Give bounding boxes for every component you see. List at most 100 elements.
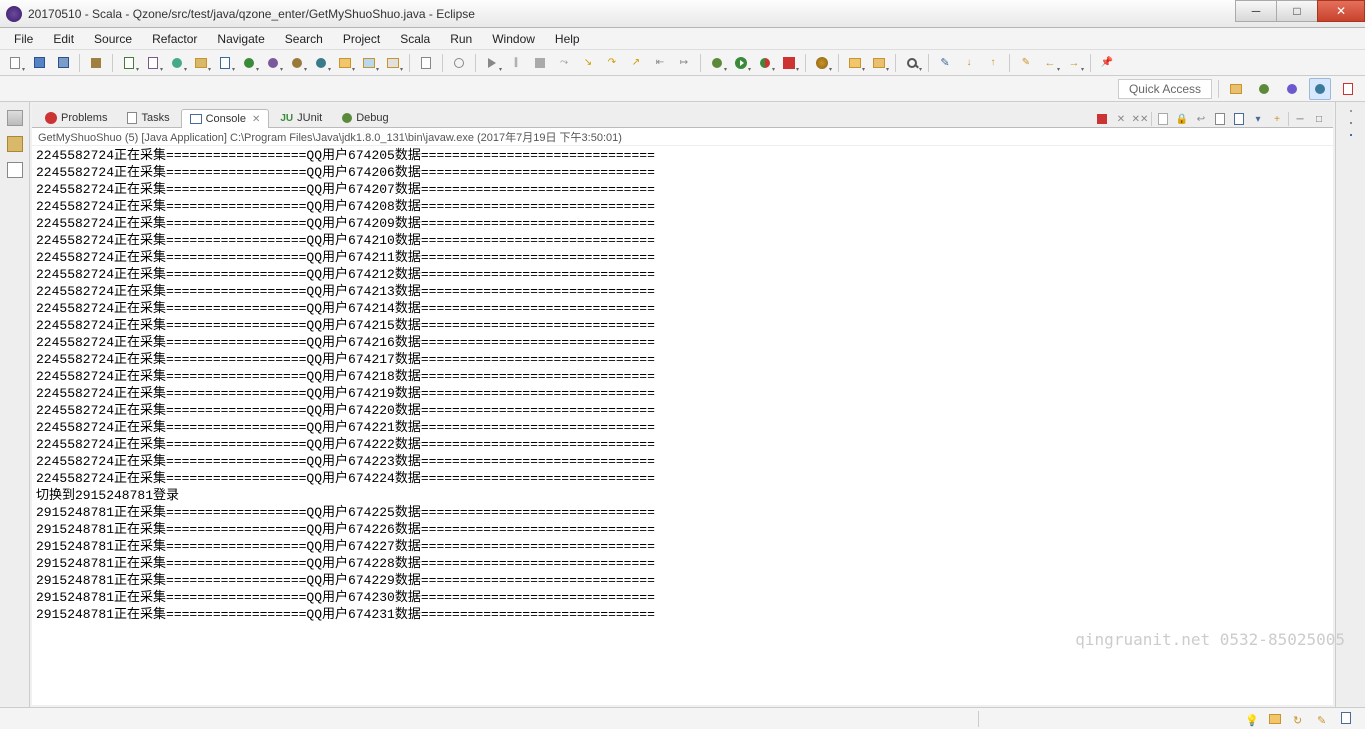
last-edit-button[interactable]: ✎ [1015, 52, 1037, 74]
menu-search[interactable]: Search [275, 30, 333, 48]
step-into-button[interactable]: ↘ [577, 52, 599, 74]
tab-junit-label: JUnit [297, 112, 322, 124]
terminate-button[interactable] [529, 52, 551, 74]
type-hierarchy-icon[interactable] [7, 162, 23, 178]
close-button[interactable]: ✕ [1317, 0, 1365, 22]
minimize-button[interactable]: ─ [1235, 0, 1277, 22]
menu-scala[interactable]: Scala [390, 30, 440, 48]
next-annotation-button[interactable]: ↓ [958, 52, 980, 74]
sb-updates-icon[interactable] [1269, 711, 1287, 727]
console-maximize-button[interactable]: □ [1311, 111, 1327, 127]
right-trim [1335, 102, 1365, 707]
new-interface-button[interactable] [262, 52, 284, 74]
search-button[interactable] [901, 52, 923, 74]
new-scala-button[interactable] [118, 52, 140, 74]
sb-tip-icon[interactable]: 💡 [1245, 711, 1263, 727]
tab-problems[interactable]: Problems [36, 108, 116, 127]
junit-icon: JU [280, 113, 293, 124]
new-server-button[interactable] [811, 52, 833, 74]
save-button[interactable] [28, 52, 50, 74]
console-word-wrap-button[interactable]: ↩ [1193, 111, 1209, 127]
step-return-button[interactable]: ↗ [625, 52, 647, 74]
new-object-button[interactable] [166, 52, 188, 74]
back-button[interactable]: ← [1039, 52, 1061, 74]
menu-source[interactable]: Source [84, 30, 142, 48]
new-source-folder-button[interactable] [334, 52, 356, 74]
run-button[interactable] [730, 52, 752, 74]
console-show-button[interactable] [1231, 111, 1247, 127]
perspective-open-button[interactable] [1225, 78, 1247, 100]
toggle-mark-button[interactable]: ✎ [934, 52, 956, 74]
console-open-button[interactable]: ▾ [1250, 111, 1266, 127]
new-project-button[interactable] [382, 52, 404, 74]
task-list-icon[interactable] [1350, 122, 1352, 124]
external-tools-button[interactable] [778, 52, 800, 74]
resume-button[interactable] [481, 52, 503, 74]
menu-help[interactable]: Help [545, 30, 590, 48]
menu-refactor[interactable]: Refactor [142, 30, 207, 48]
perspective-debug-button[interactable] [1253, 78, 1275, 100]
coverage-button[interactable] [754, 52, 776, 74]
sb-sync-icon[interactable]: ↻ [1293, 711, 1311, 727]
new-annotation-button[interactable] [310, 52, 332, 74]
statusbar: 💡 ↻ ✎ [0, 707, 1365, 729]
step-over-button[interactable]: ↷ [601, 52, 623, 74]
console-scroll-lock-button[interactable]: 🔒 [1174, 111, 1190, 127]
forward-button[interactable]: → [1063, 52, 1085, 74]
tab-junit[interactable]: JU JUnit [271, 108, 331, 127]
menu-project[interactable]: Project [333, 30, 390, 48]
skip-breakpoints-button[interactable] [448, 52, 470, 74]
menu-file[interactable]: File [4, 30, 43, 48]
console-output[interactable]: 2245582724正在采集==================QQ用户6742… [32, 146, 1333, 705]
sb-search-icon[interactable] [1341, 711, 1359, 727]
tab-debug[interactable]: Debug [333, 108, 397, 127]
quick-access-field[interactable]: Quick Access [1118, 79, 1212, 99]
prev-annotation-button[interactable]: ↑ [982, 52, 1004, 74]
new-package-button[interactable] [190, 52, 212, 74]
console-terminate-button[interactable] [1094, 111, 1110, 127]
console-minimize-button[interactable]: ─ [1292, 111, 1308, 127]
tab-console-label: Console [206, 113, 246, 125]
console-remove-all-button[interactable]: ✕✕ [1132, 111, 1148, 127]
package-explorer-icon[interactable] [7, 136, 23, 152]
restore-right-icon[interactable] [1350, 110, 1352, 112]
debug-button[interactable] [706, 52, 728, 74]
new-class-button[interactable] [238, 52, 260, 74]
perspective-java-button[interactable] [1309, 78, 1331, 100]
sb-edit-icon[interactable]: ✎ [1317, 711, 1335, 727]
perspective-scala-button[interactable] [1337, 78, 1359, 100]
save-all-button[interactable] [52, 52, 74, 74]
new-button[interactable] [4, 52, 26, 74]
open-type-button[interactable] [415, 52, 437, 74]
build-button[interactable] [85, 52, 107, 74]
disconnect-button[interactable]: ⤳ [553, 52, 575, 74]
new-trait-button[interactable] [142, 52, 164, 74]
new-java-project-button[interactable] [358, 52, 380, 74]
outline-icon[interactable] [1350, 134, 1352, 136]
restore-icon[interactable] [7, 110, 23, 126]
menu-run[interactable]: Run [440, 30, 482, 48]
left-trim [0, 102, 30, 707]
console-pin-button[interactable] [1212, 111, 1228, 127]
close-icon[interactable]: ✕ [252, 114, 260, 125]
tab-tasks[interactable]: Tasks [118, 108, 178, 127]
tab-console[interactable]: Console ✕ [181, 109, 270, 128]
new-app-button[interactable] [214, 52, 236, 74]
console-new-button[interactable]: + [1269, 111, 1285, 127]
maximize-button[interactable]: □ [1276, 0, 1318, 22]
suspend-button[interactable]: ∥ [505, 52, 527, 74]
perspective-java-ee-button[interactable] [1281, 78, 1303, 100]
menu-edit[interactable]: Edit [43, 30, 84, 48]
console-clear-button[interactable] [1155, 111, 1171, 127]
pin-button[interactable]: 📌 [1096, 52, 1118, 74]
console-remove-terminated-button[interactable]: ✕ [1113, 111, 1129, 127]
new-task-button[interactable] [844, 52, 866, 74]
menu-navigate[interactable]: Navigate [207, 30, 274, 48]
console-header: GetMyShuoShuo (5) [Java Application] C:\… [32, 128, 1333, 146]
step-filters-button[interactable]: ↦ [673, 52, 695, 74]
open-task-button[interactable] [868, 52, 890, 74]
drop-frame-button[interactable]: ⇤ [649, 52, 671, 74]
new-enum-button[interactable] [286, 52, 308, 74]
tab-problems-label: Problems [61, 112, 107, 124]
menu-window[interactable]: Window [482, 30, 545, 48]
